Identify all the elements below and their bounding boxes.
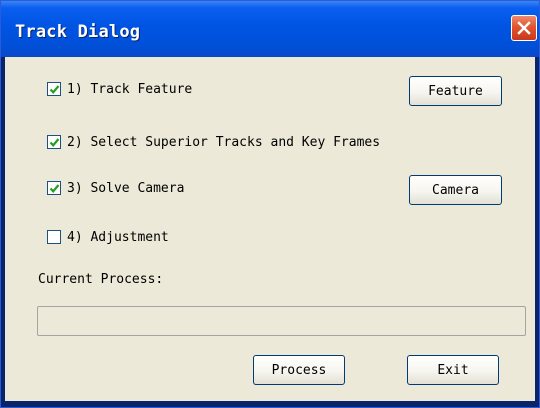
close-icon: [517, 21, 531, 35]
progress-bar: [37, 306, 526, 336]
checkmark-icon: [49, 138, 60, 147]
track-feature-checkbox[interactable]: [47, 82, 61, 96]
camera-button[interactable]: Camera: [409, 175, 502, 205]
solve-camera-label: 3) Solve Camera: [67, 180, 185, 196]
option-adjustment[interactable]: 4) Adjustment: [47, 227, 169, 247]
option-track-feature[interactable]: 1) Track Feature: [47, 79, 192, 99]
option-select-superior-tracks[interactable]: 2) Select Superior Tracks and Key Frames: [47, 132, 380, 152]
current-process-label: Current Process:: [38, 272, 164, 287]
track-dialog-window: Track Dialog 1) Track Feature 2) Select …: [0, 0, 540, 408]
option-solve-camera[interactable]: 3) Solve Camera: [47, 178, 184, 198]
checkmark-icon: [49, 184, 60, 193]
select-superior-tracks-label: 2) Select Superior Tracks and Key Frames: [67, 134, 381, 150]
title-bar[interactable]: Track Dialog: [1, 1, 539, 57]
feature-button[interactable]: Feature: [409, 76, 502, 106]
process-button[interactable]: Process: [253, 355, 345, 385]
solve-camera-checkbox[interactable]: [47, 181, 61, 195]
window-title: Track Dialog: [15, 22, 141, 42]
adjustment-checkbox[interactable]: [47, 230, 61, 244]
track-feature-label: 1) Track Feature: [67, 81, 193, 97]
close-button[interactable]: [511, 15, 537, 41]
exit-button[interactable]: Exit: [407, 355, 499, 385]
dialog-body: 1) Track Feature 2) Select Superior Trac…: [5, 57, 535, 401]
adjustment-label: 4) Adjustment: [67, 229, 169, 245]
checkmark-icon: [49, 85, 60, 94]
select-superior-tracks-checkbox[interactable]: [47, 135, 61, 149]
